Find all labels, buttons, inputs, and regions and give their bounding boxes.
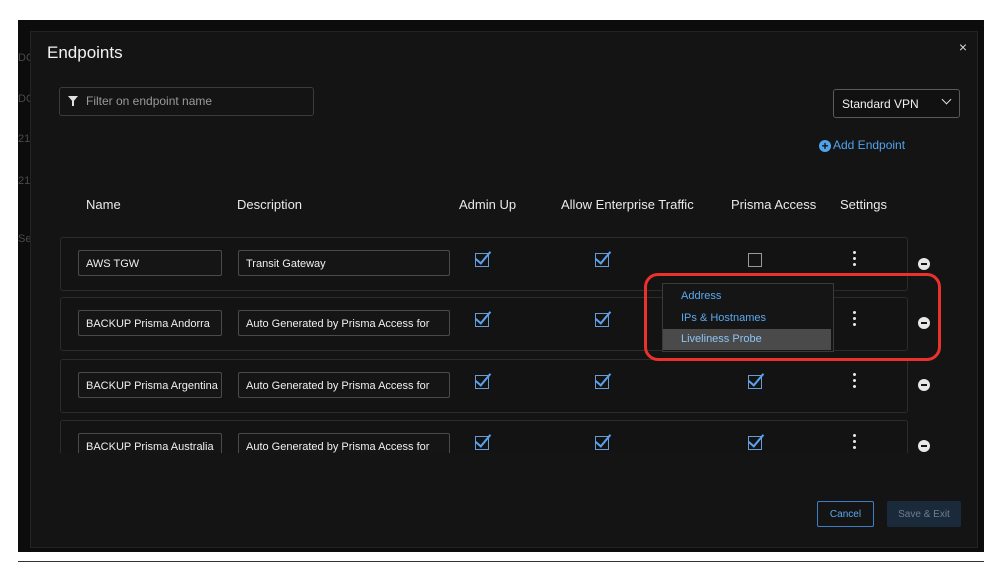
table-row: BACKUP Prisma Australia Auto Generated b… [60, 420, 908, 453]
add-endpoint-button[interactable]: + Add Endpoint [819, 138, 905, 152]
allow-enterprise-traffic-checkbox[interactable] [595, 313, 609, 327]
allow-enterprise-traffic-checkbox[interactable] [595, 375, 609, 389]
kebab-icon[interactable] [850, 251, 860, 269]
vpn-type-select[interactable]: Standard VPN [833, 89, 960, 118]
allow-enterprise-traffic-checkbox[interactable] [595, 436, 609, 450]
minus-circle-icon[interactable] [918, 379, 930, 391]
add-endpoint-label: Add Endpoint [833, 138, 906, 152]
divider [18, 561, 984, 562]
endpoint-name-field[interactable]: AWS TGW [78, 250, 222, 276]
column-header-name: Name [86, 197, 121, 212]
column-header-allow-enterprise-traffic: Allow Enterprise Traffic [561, 197, 694, 212]
kebab-icon[interactable] [850, 434, 860, 452]
prisma-access-checkbox[interactable] [748, 375, 762, 389]
prisma-access-checkbox[interactable] [748, 253, 762, 267]
modal-title: Endpoints [47, 43, 123, 62]
endpoint-filter[interactable] [59, 87, 314, 116]
endpoint-name-field[interactable]: BACKUP Prisma Andorra [78, 310, 222, 336]
endpoint-description-field[interactable]: Auto Generated by Prisma Access for [238, 310, 450, 336]
endpoint-description-field[interactable]: Transit Gateway [238, 250, 450, 276]
cancel-button[interactable]: Cancel [817, 501, 874, 527]
annotation-highlight-box [644, 273, 941, 361]
endpoint-name-field[interactable]: BACKUP Prisma Australia [78, 433, 222, 453]
endpoint-description-field[interactable]: Auto Generated by Prisma Access for [238, 372, 450, 398]
vpn-type-value: Standard VPN [842, 97, 919, 111]
save-exit-button[interactable]: Save & Exit [887, 501, 961, 527]
column-header-description: Description [237, 197, 303, 212]
endpoint-description-field[interactable]: Auto Generated by Prisma Access for [238, 433, 450, 453]
endpoint-name-field[interactable]: BACKUP Prisma Argentina [78, 372, 222, 398]
table-row: BACKUP Prisma Argentina Auto Generated b… [60, 359, 908, 413]
endpoints-modal: Endpoints × Standard VPN +Add Endpoint N… [30, 31, 978, 548]
column-header-prisma-access: Prisma Access [731, 197, 817, 212]
allow-enterprise-traffic-checkbox[interactable] [595, 253, 609, 267]
column-header-admin-up: Admin Up [459, 197, 517, 212]
funnel-icon [68, 96, 78, 106]
admin-up-checkbox[interactable] [475, 313, 489, 327]
filter-input[interactable] [86, 88, 306, 113]
admin-up-checkbox[interactable] [475, 253, 489, 267]
column-header-settings: Settings [840, 197, 887, 212]
chevron-down-icon [941, 94, 952, 105]
admin-up-checkbox[interactable] [475, 436, 489, 450]
plus-circle-icon: + [819, 140, 831, 152]
prisma-access-checkbox[interactable] [748, 436, 762, 450]
app-screen: DC DC 219 219 Sel Endpoints × Standard V… [18, 20, 984, 552]
minus-circle-icon[interactable] [918, 258, 930, 270]
admin-up-checkbox[interactable] [475, 375, 489, 389]
minus-circle-icon[interactable] [918, 440, 930, 452]
close-icon[interactable]: × [959, 39, 967, 55]
kebab-icon[interactable] [850, 373, 860, 391]
